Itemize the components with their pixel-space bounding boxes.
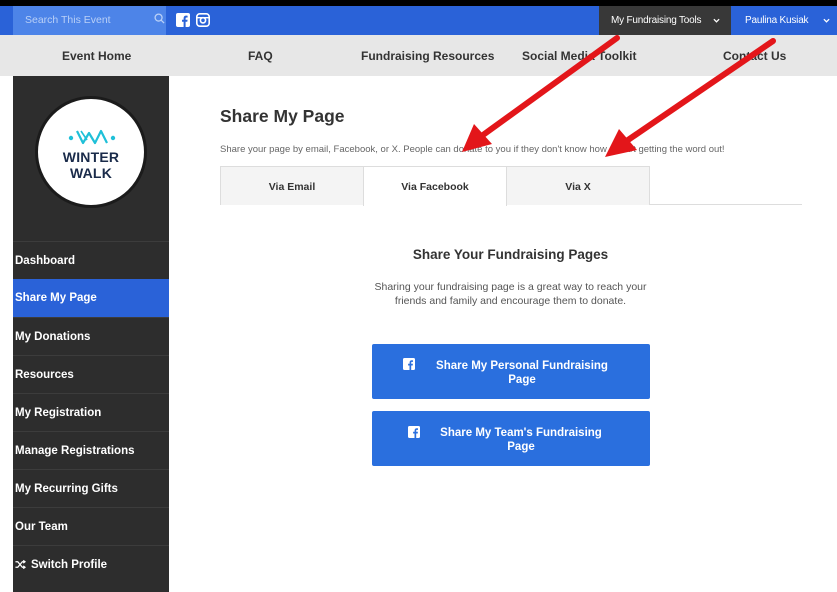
- user-menu[interactable]: Paulina Kusiak: [733, 6, 837, 35]
- share-section-title: Share Your Fundraising Pages: [412, 247, 609, 262]
- sidebar-item-resources[interactable]: Resources: [13, 355, 169, 393]
- chevron-down-icon: [713, 18, 720, 23]
- facebook-icon[interactable]: [176, 13, 190, 27]
- winter-walk-logo: WINTER WALK: [35, 96, 147, 208]
- page-title: Share My Page: [220, 106, 345, 126]
- tab-via-facebook[interactable]: Via Facebook: [363, 166, 507, 206]
- logo-text-line1: WINTER: [62, 149, 120, 165]
- sidebar-item-label: Our Team: [15, 521, 68, 533]
- chevron-down-icon: [823, 18, 830, 23]
- sidebar: WINTER WALK Dashboard Share My Page My D…: [13, 76, 169, 592]
- sidebar-item-label: Manage Registrations: [15, 445, 135, 457]
- sidebar-item-my-registration[interactable]: My Registration: [13, 393, 169, 431]
- sidebar-item-my-recurring-gifts[interactable]: My Recurring Gifts: [13, 469, 169, 507]
- sidebar-item-label: Resources: [15, 369, 74, 381]
- instagram-icon[interactable]: [196, 13, 210, 27]
- sidebar-item-share-my-page[interactable]: Share My Page: [13, 279, 169, 317]
- nav-faq[interactable]: FAQ: [248, 49, 273, 63]
- share-team-page-button[interactable]: Share My Team's Fundraising Page: [372, 411, 650, 466]
- search-input[interactable]: Search This Event: [25, 14, 111, 26]
- sidebar-item-our-team[interactable]: Our Team: [13, 507, 169, 545]
- sidebar-item-label: Share My Page: [15, 292, 97, 304]
- nav-contact-us[interactable]: Contact Us: [723, 49, 786, 63]
- share-team-label-line2: Page: [507, 441, 535, 453]
- top-bar: Search This Event My Fundraising Tools P…: [0, 0, 837, 35]
- nav-fundraising-resources[interactable]: Fundraising Resources: [361, 49, 494, 63]
- search-box[interactable]: Search This Event: [13, 6, 166, 35]
- shuffle-icon: [15, 559, 26, 570]
- sidebar-item-my-donations[interactable]: My Donations: [13, 317, 169, 355]
- sidebar-item-label: My Donations: [15, 331, 91, 343]
- share-tabs: Via Email Via Facebook Via X: [220, 166, 802, 206]
- logo-mark-icon: [68, 129, 116, 145]
- logo-text-line2: WALK: [69, 165, 112, 181]
- share-personal-label-line1: Share My Personal Fundraising: [436, 360, 608, 372]
- sidebar-item-dashboard[interactable]: Dashboard: [13, 241, 169, 279]
- nav-social-media-toolkit[interactable]: Social Media Toolkit: [522, 49, 636, 63]
- nav-event-home[interactable]: Event Home: [62, 49, 131, 63]
- sidebar-item-label: My Recurring Gifts: [15, 483, 118, 495]
- page-description: Share your page by email, Facebook, or X…: [220, 144, 725, 155]
- share-section-description: Sharing your fundraising page is a great…: [374, 281, 647, 307]
- search-icon[interactable]: [154, 13, 165, 24]
- share-personal-label-line2: Page: [508, 374, 536, 386]
- share-personal-page-label: Share My Personal Fundraising Page: [422, 359, 622, 387]
- logo-area: WINTER WALK: [13, 76, 169, 241]
- tab-via-x[interactable]: Via X: [506, 166, 650, 205]
- fundraising-tools-menu[interactable]: My Fundraising Tools: [599, 6, 731, 35]
- tab-via-email[interactable]: Via Email: [220, 166, 364, 205]
- sidebar-item-label: Dashboard: [15, 255, 76, 267]
- sidebar-item-switch-profile[interactable]: Switch Profile: [13, 545, 169, 583]
- sidebar-item-manage-registrations[interactable]: Manage Registrations: [13, 431, 169, 469]
- sidebar-item-label: Switch Profile: [31, 559, 108, 571]
- share-team-label-line1: Share My Team's Fundraising: [440, 427, 602, 439]
- share-personal-page-button[interactable]: Share My Personal Fundraising Page: [372, 344, 650, 399]
- sidebar-item-label: My Registration: [15, 407, 102, 419]
- fundraising-tools-label: My Fundraising Tools: [611, 15, 702, 26]
- facebook-icon: [403, 358, 415, 370]
- facebook-icon: [408, 426, 420, 438]
- top-bar-blue: Search This Event My Fundraising Tools P…: [0, 6, 837, 35]
- user-name: Paulina Kusiak: [745, 15, 809, 26]
- share-team-page-label: Share My Team's Fundraising Page: [426, 426, 616, 454]
- event-nav: Event Home FAQ Fundraising Resources Soc…: [0, 35, 837, 76]
